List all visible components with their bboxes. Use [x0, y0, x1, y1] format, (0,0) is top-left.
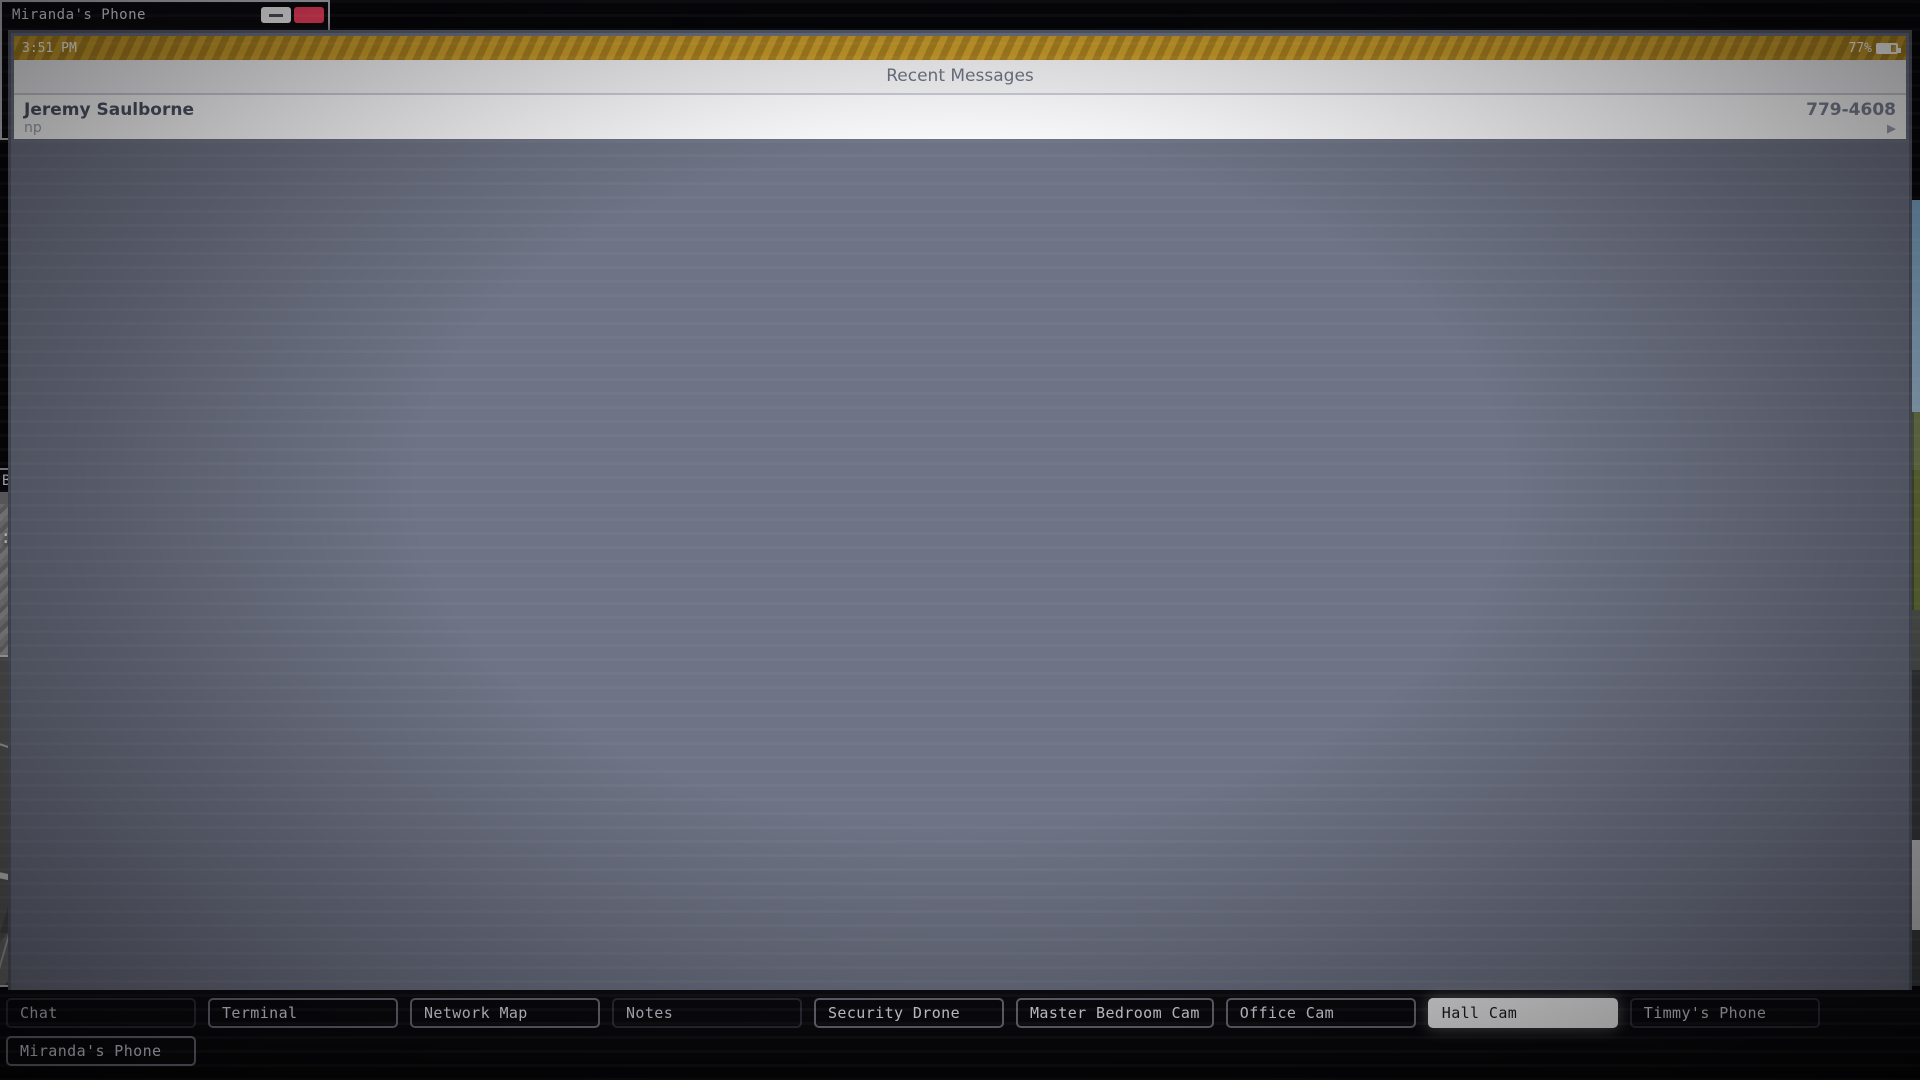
taskbar-button-terminal[interactable]: Terminal: [208, 998, 398, 1028]
phone-title: Miranda's Phone: [12, 7, 146, 23]
desktop: T Bed :51: [0, 0, 1920, 1080]
phone-screen[interactable]: 3:51 PM 77% Recent Messages Jeremy Saulb…: [8, 30, 1912, 1080]
taskbar[interactable]: Chat Terminal Network Map Notes Security Dro…: [0, 990, 1920, 1080]
taskbar-button-security-drone[interactable]: Security Drone: [814, 998, 1004, 1028]
phone-battery-percent: 77%: [1848, 40, 1872, 56]
message-sender-name: Jeremy Saulborne: [24, 100, 194, 120]
taskbar-button-timmy-s-phone[interactable]: Timmy's Phone: [1629, 998, 1820, 1028]
phone-clock: 3:51 PM: [22, 40, 77, 56]
taskbar-button-miranda-s-phone[interactable]: Miranda's Phone: [6, 1036, 196, 1066]
taskbar-button-chat[interactable]: Chat: [6, 998, 196, 1028]
taskbar-button-office-cam[interactable]: Office Cam: [1225, 998, 1416, 1028]
phone-titlebar[interactable]: Miranda's Phone: [2, 2, 328, 28]
taskbar-button-master-bedroom-cam[interactable]: Master Bedroom Cam: [1016, 998, 1214, 1028]
message-preview: np: [24, 120, 42, 136]
taskbar-button-network-map[interactable]: Network Map: [410, 998, 600, 1028]
minimize-icon[interactable]: [261, 7, 291, 23]
chevron-right-icon[interactable]: ▶: [1887, 119, 1896, 137]
phone-status-bar: 3:51 PM 77%: [14, 36, 1906, 60]
close-icon[interactable]: [294, 7, 324, 23]
phone-message-row[interactable]: Jeremy Saulborne 779-4608 np ▶: [14, 95, 1906, 139]
taskbar-button-notes[interactable]: Notes: [612, 998, 802, 1028]
message-sender-number: 779-4608: [1806, 100, 1896, 120]
miranda-phone-window[interactable]: Miranda's Phone 3:51 PM 77% Recent Messa…: [0, 0, 1912, 1080]
phone-header: Recent Messages: [14, 60, 1906, 95]
taskbar-button-hall-cam[interactable]: Hall Cam: [1427, 998, 1618, 1028]
battery-icon: [1876, 42, 1901, 54]
